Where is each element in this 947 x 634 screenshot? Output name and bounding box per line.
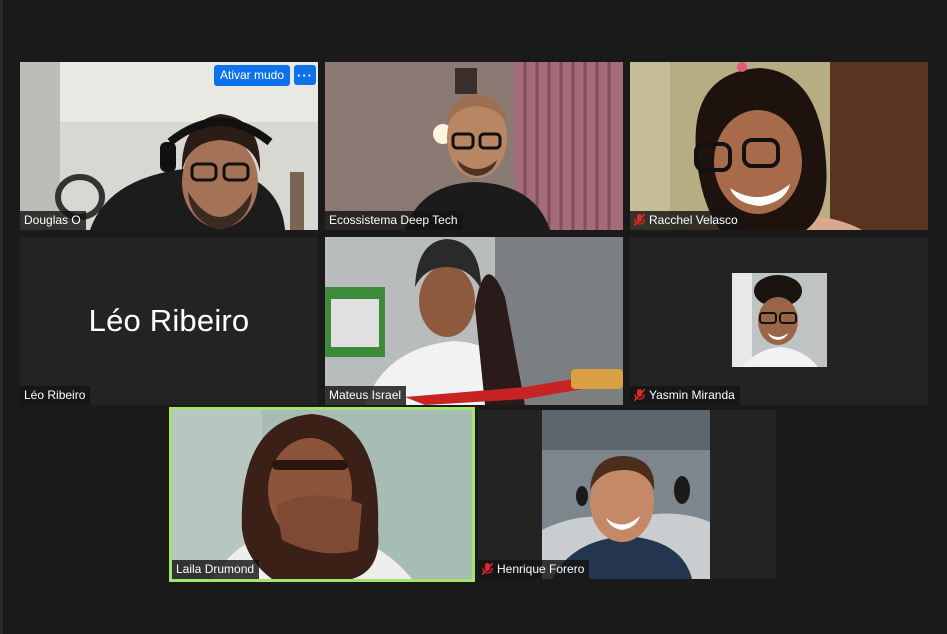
participant-name: Ecossistema Deep Tech (329, 213, 458, 227)
video-feed-ecossistema (325, 62, 623, 230)
name-tag-ecossistema: Ecossistema Deep Tech (325, 211, 463, 230)
video-feed-laila (172, 410, 472, 579)
video-feed-yasmin (732, 273, 827, 367)
participant-tile-ecossistema[interactable]: Ecossistema Deep Tech (325, 62, 623, 230)
name-tag-laila: Laila Drumond (172, 560, 260, 579)
name-tag-mateus: Mateus Israel (325, 386, 407, 405)
participant-name: Léo Ribeiro (24, 388, 86, 402)
name-tag-henrique: Henrique Forero (478, 560, 590, 579)
video-feed-douglas (20, 62, 318, 230)
participant-tile-mateus[interactable]: Mateus Israel (325, 237, 623, 405)
more-icon: ··· (297, 67, 313, 83)
microphone-muted-icon (482, 563, 493, 575)
participant-tile-leo[interactable]: Léo Ribeiro Léo Ribeiro (20, 237, 318, 405)
participant-tile-henrique[interactable]: Henrique Forero (478, 410, 776, 579)
name-tag-racchel: Racchel Velasco (630, 211, 743, 230)
microphone-muted-icon (634, 214, 645, 226)
window-edge (0, 0, 3, 634)
more-options-button[interactable]: ··· (294, 65, 316, 85)
participant-tile-douglas[interactable]: Douglas O Ativar mudo ··· (20, 62, 318, 230)
participant-tile-laila[interactable]: Laila Drumond (169, 407, 475, 582)
participant-name: Douglas O (24, 213, 81, 227)
video-feed-mateus (325, 237, 623, 405)
name-tag-yasmin: Yasmin Miranda (630, 386, 740, 405)
participant-tile-yasmin[interactable]: Yasmin Miranda (630, 237, 928, 405)
participant-tile-racchel[interactable]: Racchel Velasco (630, 62, 928, 230)
participant-name: Henrique Forero (497, 562, 585, 576)
participant-name: Racchel Velasco (649, 213, 738, 227)
video-feed-racchel (630, 62, 928, 230)
name-tag-leo: Léo Ribeiro (20, 386, 91, 405)
participant-name: Laila Drumond (176, 562, 255, 576)
unmute-button[interactable]: Ativar mudo (214, 65, 291, 86)
video-feed-henrique (542, 410, 710, 579)
microphone-muted-icon (634, 389, 645, 401)
name-tag-douglas: Douglas O (20, 211, 86, 230)
participant-name: Mateus Israel (329, 388, 402, 402)
participant-display-name: Léo Ribeiro (88, 303, 250, 338)
participant-name: Yasmin Miranda (649, 388, 735, 402)
